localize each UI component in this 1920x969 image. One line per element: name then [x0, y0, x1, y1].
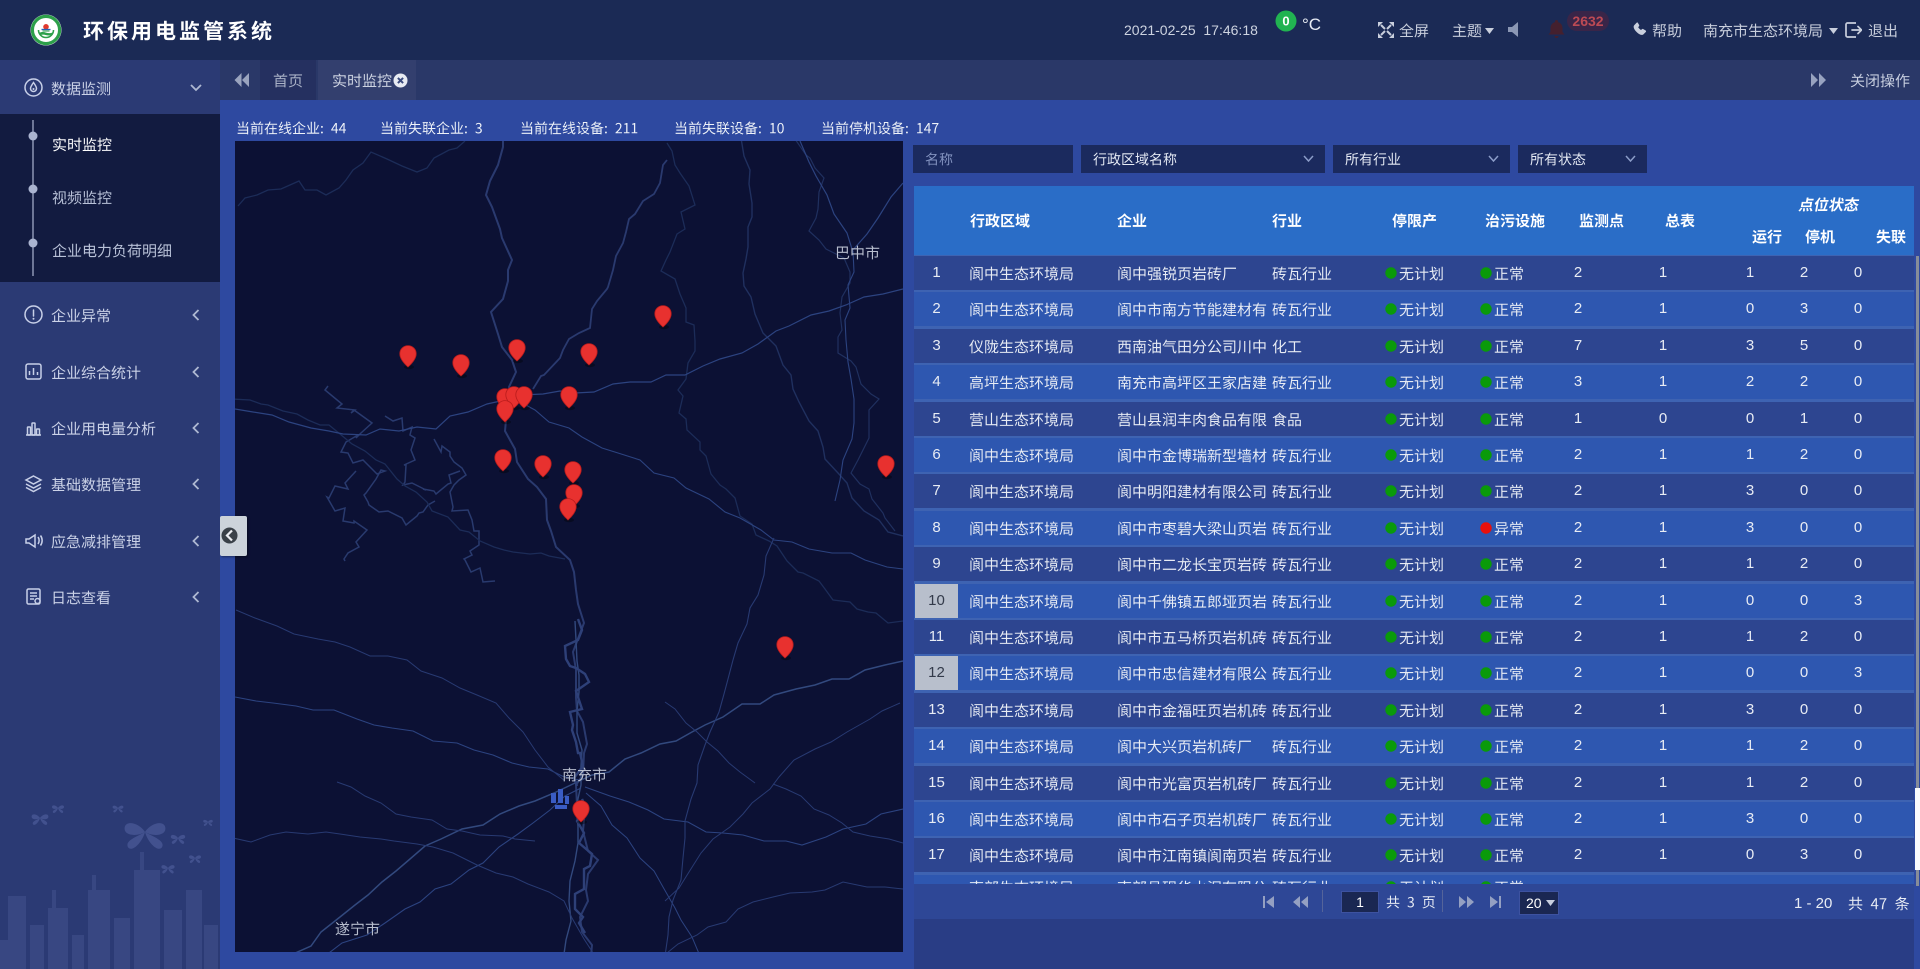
svg-text:0: 0 [1282, 14, 1289, 29]
